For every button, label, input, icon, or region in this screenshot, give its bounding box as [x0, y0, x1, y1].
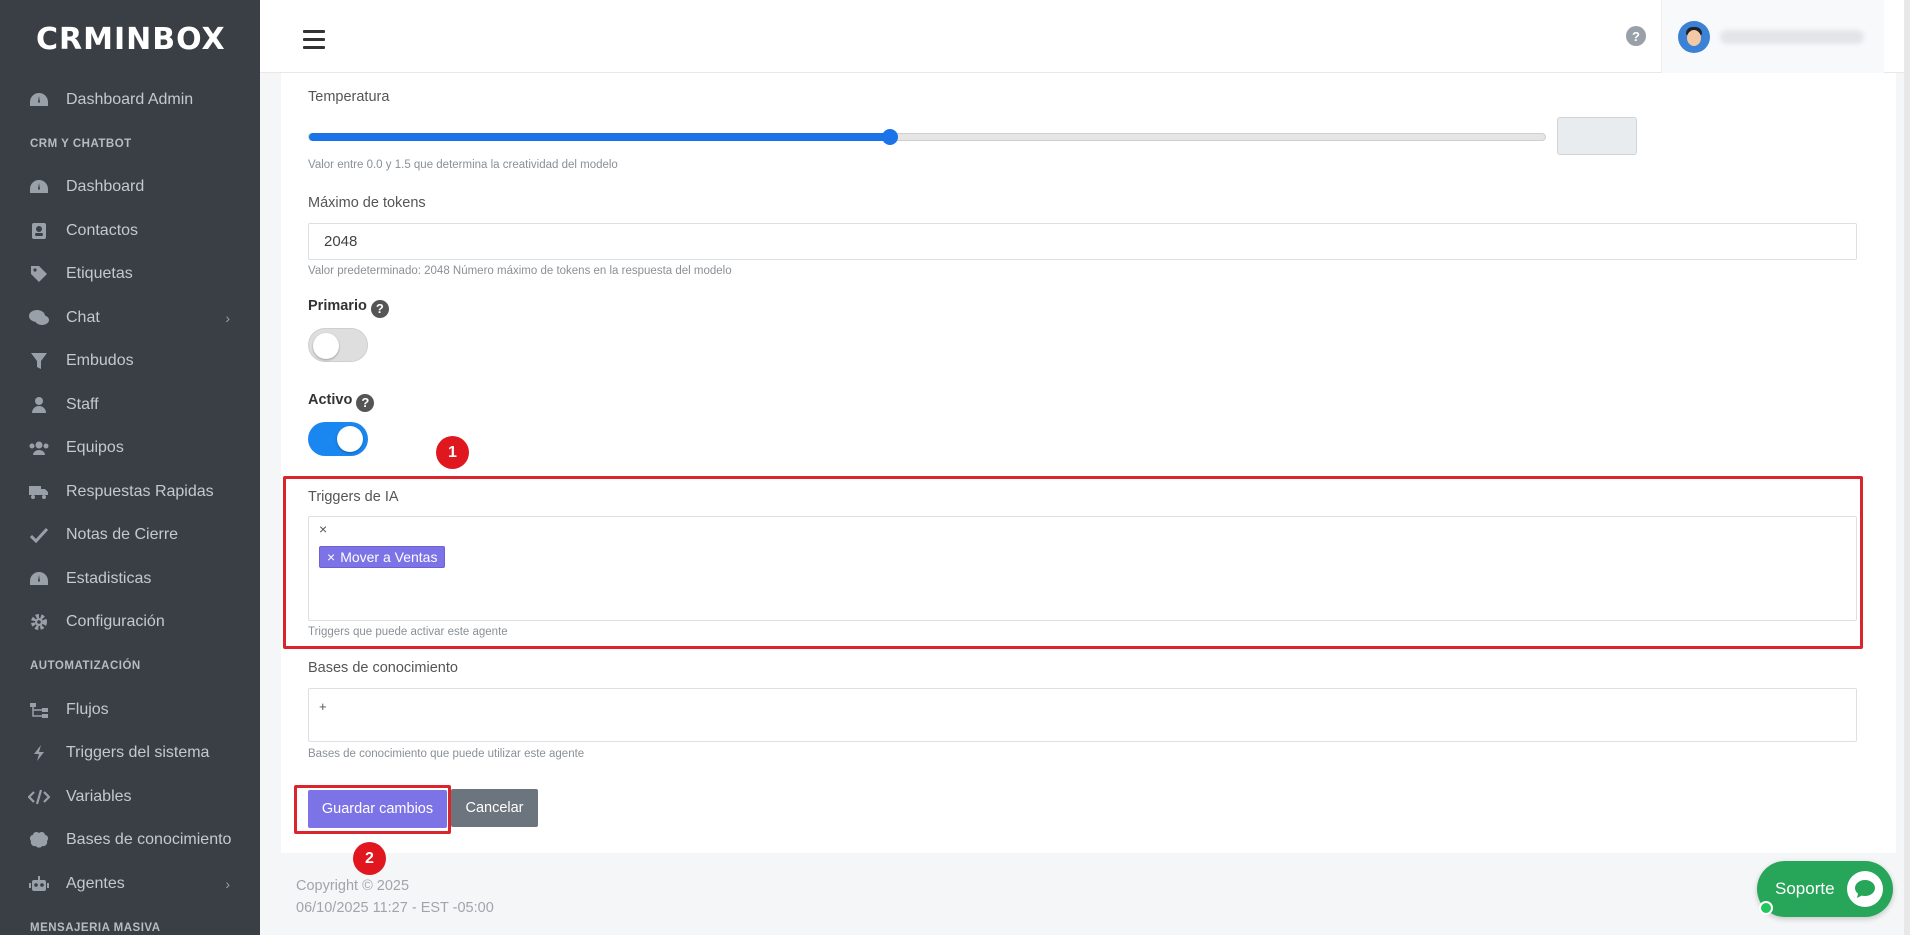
sidebar-section-header: CRM Y CHATBOT [30, 137, 132, 150]
sidebar-item-label: Variables [66, 787, 132, 805]
footer-copyright: Copyright © 2025 [296, 878, 410, 894]
sitemap-icon [28, 701, 50, 719]
sidebar-item-contactos[interactable]: Contactos [0, 209, 260, 253]
sidebar-item-label: Dashboard Admin [66, 90, 194, 108]
primary-label: Primario? [308, 298, 389, 318]
sidebar-item-label: Contactos [66, 221, 139, 239]
chevron-right-icon: › [225, 309, 230, 326]
sidebar-item-bases-de-conocimiento[interactable]: Bases de conocimiento [0, 819, 260, 863]
truck-icon [28, 483, 50, 501]
user-menu[interactable] [1661, 0, 1884, 73]
sidebar-item-etiquetas[interactable]: Etiquetas [0, 253, 260, 297]
max-tokens-input[interactable]: 2048 [308, 223, 1857, 260]
sidebar-item-configuración[interactable]: Configuración [0, 601, 260, 645]
temperature-value-box [1557, 117, 1637, 155]
annotation-number-1: 1 [436, 436, 469, 469]
sidebar-item-triggers-del-sistema[interactable]: Triggers del sistema [0, 732, 260, 776]
logo[interactable]: CRMINBOX [0, 0, 260, 78]
sidebar-nav: Dashboard Admin CRM Y CHATBOT Dashboard Con… [0, 78, 260, 935]
sidebar-item-staff[interactable]: Staff [0, 383, 260, 427]
sidebar-item-label: Equipos [66, 439, 124, 457]
annotation-box-triggers [283, 476, 1863, 649]
temperature-label: Temperatura [308, 89, 390, 105]
cancel-button[interactable]: Cancelar [451, 789, 538, 827]
sidebar-item-respuestas-rapidas[interactable]: Respuestas Rapidas [0, 470, 260, 514]
sidebar-item-label: Staff [66, 395, 99, 413]
users-icon [28, 439, 50, 457]
sidebar-item-chat[interactable]: Chat › [0, 296, 260, 340]
dashboard-icon [28, 178, 50, 196]
sidebar-item-flujos[interactable]: Flujos [0, 688, 260, 732]
primary-help-icon[interactable]: ? [370, 299, 389, 318]
funnel-icon [28, 352, 50, 370]
robot-icon [28, 875, 50, 893]
chat-icon [28, 309, 50, 327]
sidebar-section-header: AUTOMATIZACIÓN [30, 660, 141, 672]
sidebar-item-label: Configuración [66, 613, 165, 631]
primary-label-text: Primario [308, 298, 367, 314]
topbar: ? [260, 0, 1910, 73]
chevron-right-icon: › [225, 875, 230, 892]
sidebar-item-label: Bases de conocimiento [66, 831, 232, 849]
sidebar-section-header: MENSAJERIA MASIVA [30, 921, 161, 934]
support-chat-button[interactable]: Soporte [1757, 861, 1893, 917]
footer-datetime: 06/10/2025 11:27 - EST -05:00 [296, 900, 494, 916]
user-icon [28, 396, 50, 414]
dashboard-icon [28, 91, 50, 109]
code-icon [28, 788, 50, 806]
max-tokens-label: Máximo de tokens [308, 195, 426, 211]
user-name-blurred [1720, 30, 1864, 44]
sidebar-item-embudos[interactable]: Embudos [0, 340, 260, 384]
active-toggle[interactable] [308, 422, 368, 456]
active-help-icon[interactable]: ? [356, 393, 375, 412]
logo-text: CRMINBOX [36, 21, 226, 57]
contacts-icon [28, 222, 50, 240]
primary-toggle[interactable] [308, 328, 368, 362]
scrollbar[interactable] [1904, 0, 1910, 935]
hamburger-menu-icon[interactable] [303, 30, 325, 54]
bolt-icon [28, 744, 50, 762]
slider-thumb[interactable] [881, 129, 898, 145]
knowledge-label: Bases de conocimiento [308, 660, 458, 676]
help-icon[interactable]: ? [1626, 26, 1646, 46]
knowledge-placeholder: + [319, 699, 327, 714]
sidebar-item-label: Agentes [66, 874, 125, 892]
sidebar-item-equipos[interactable]: Equipos [0, 427, 260, 471]
sidebar-item-dashboard-admin[interactable]: Dashboard Admin [0, 78, 260, 122]
avatar [1678, 21, 1710, 53]
brain-icon [28, 831, 50, 849]
sidebar-item-label: Flujos [66, 700, 109, 718]
active-label-text: Activo [308, 392, 353, 408]
chat-bubble-icon [1847, 871, 1883, 907]
online-status-dot [1759, 901, 1773, 915]
sidebar: CRMINBOX Dashboard Admin CRM Y CHATBOT Das… [0, 0, 260, 935]
sidebar-item-label: Dashboard [66, 178, 145, 196]
sidebar-item-label: Embudos [66, 352, 134, 370]
annotation-number-2: 2 [353, 842, 386, 875]
sidebar-item-label: Estadisticas [66, 569, 152, 587]
max-tokens-hint: Valor predeterminado: 2048 Número máximo… [308, 265, 732, 277]
sidebar-item-label: Notas de Cierre [66, 526, 179, 544]
sidebar-item-agentes[interactable]: Agentes › [0, 862, 260, 906]
dashboard-icon [28, 570, 50, 588]
check-icon [28, 526, 50, 544]
temperature-hint: Valor entre 0.0 y 1.5 que determina la c… [308, 159, 618, 171]
sidebar-item-dashboard[interactable]: Dashboard [0, 166, 260, 210]
sidebar-item-notas-de-cierre[interactable]: Notas de Cierre [0, 514, 260, 558]
temperature-slider[interactable] [308, 129, 1546, 145]
annotation-box-save [294, 785, 451, 834]
gear-icon [28, 613, 50, 631]
support-label: Soporte [1775, 879, 1835, 898]
sidebar-item-label: Respuestas Rapidas [66, 482, 214, 500]
slider-fill [309, 133, 890, 141]
tag-icon [28, 265, 50, 283]
sidebar-item-estadisticas[interactable]: Estadisticas [0, 557, 260, 601]
sidebar-item-label: Etiquetas [66, 265, 133, 283]
active-label: Activo? [308, 392, 375, 412]
knowledge-hint: Bases de conocimiento que puede utilizar… [308, 748, 585, 760]
sidebar-item-label: Triggers del sistema [66, 744, 210, 762]
knowledge-multiselect[interactable]: + [308, 688, 1857, 742]
sidebar-item-variables[interactable]: Variables [0, 775, 260, 819]
sidebar-item-label: Chat [66, 308, 100, 326]
